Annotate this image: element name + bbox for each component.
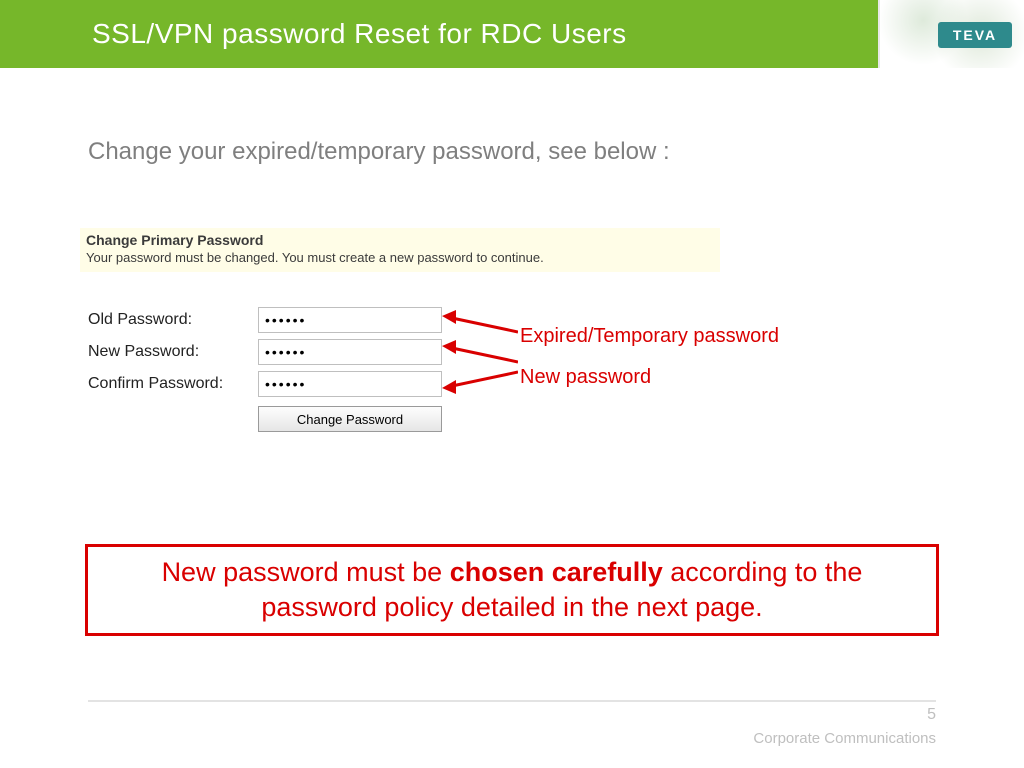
new-password-label: New Password:	[88, 343, 258, 361]
intro-text: Change your expired/temporary password, …	[88, 138, 670, 166]
panel-message: Your password must be changed. You must …	[86, 250, 714, 265]
slide-header: SSL/VPN password Reset for RDC Users TEV…	[0, 0, 1024, 68]
submit-row: Change Password	[88, 406, 442, 432]
arrow-to-old-password	[442, 310, 518, 334]
slide-title: SSL/VPN password Reset for RDC Users	[92, 18, 627, 50]
annotation-expired-temp: Expired/Temporary password	[520, 325, 779, 348]
arrow-to-new-password	[442, 340, 518, 364]
old-password-input[interactable]	[258, 307, 442, 333]
page-number: 5	[927, 706, 936, 724]
notice-bold: chosen carefully	[450, 557, 663, 587]
header-green-area: SSL/VPN password Reset for RDC Users	[0, 0, 878, 68]
confirm-password-label: Confirm Password:	[88, 375, 258, 393]
header-logo-area: TEVA	[878, 0, 1024, 68]
password-form: Old Password: New Password: Confirm Pass…	[88, 304, 442, 432]
confirm-password-row: Confirm Password:	[88, 368, 442, 400]
new-password-input[interactable]	[258, 339, 442, 365]
notice-text: New password must be chosen carefully ac…	[106, 555, 918, 625]
notice-box: New password must be chosen carefully ac…	[85, 544, 939, 636]
panel-title: Change Primary Password	[86, 232, 714, 248]
footer-divider	[88, 700, 936, 702]
footer-text: Corporate Communications	[753, 730, 936, 747]
change-password-panel: Change Primary Password Your password mu…	[80, 228, 720, 272]
change-password-button[interactable]: Change Password	[258, 406, 442, 432]
old-password-row: Old Password:	[88, 304, 442, 336]
arrow-to-confirm-password	[442, 370, 518, 394]
notice-pre: New password must be	[162, 557, 450, 587]
new-password-row: New Password:	[88, 336, 442, 368]
old-password-label: Old Password:	[88, 311, 258, 329]
annotation-new-password: New password	[520, 366, 651, 389]
teva-logo: TEVA	[938, 22, 1012, 48]
confirm-password-input[interactable]	[258, 371, 442, 397]
